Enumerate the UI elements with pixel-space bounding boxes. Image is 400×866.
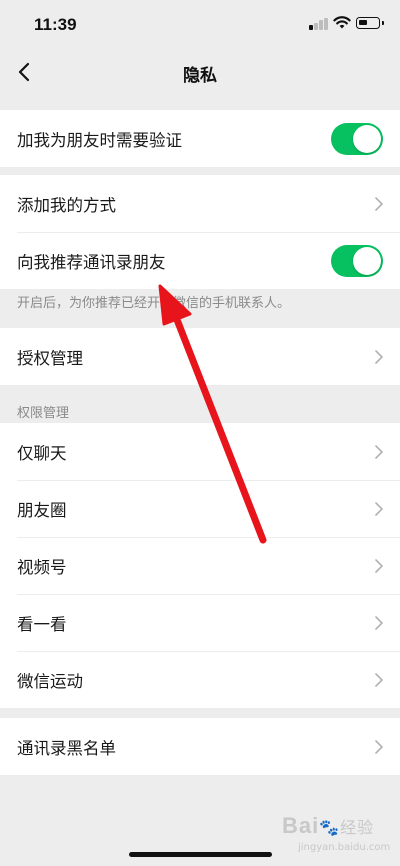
add-method-row[interactable]: 添加我的方式 <box>0 175 400 232</box>
cellular-signal-icon <box>309 16 329 30</box>
top-stories-row[interactable]: 看一看 <box>0 594 400 651</box>
chevron-right-icon <box>375 444 383 459</box>
chevron-right-icon <box>375 501 383 516</box>
status-bar: 11:39 <box>0 0 400 48</box>
chevron-right-icon <box>375 558 383 573</box>
wifi-icon <box>333 16 351 29</box>
channels-row[interactable]: 视频号 <box>0 537 400 594</box>
verify-row[interactable]: 加我为朋友时需要验证 <box>0 110 400 167</box>
home-indicator[interactable] <box>129 852 272 857</box>
add-method-label: 添加我的方式 <box>17 195 116 215</box>
werun-label: 微信运动 <box>17 671 83 691</box>
channels-label: 视频号 <box>17 557 67 577</box>
chevron-right-icon <box>375 349 383 364</box>
chevron-right-icon <box>375 672 383 687</box>
chat-only-row[interactable]: 仅聊天 <box>0 423 400 480</box>
permissions-header: 权限管理 <box>17 406 70 421</box>
chat-only-label: 仅聊天 <box>17 443 67 463</box>
recommend-label: 向我推荐通讯录朋友 <box>17 252 166 272</box>
verify-label: 加我为朋友时需要验证 <box>17 130 182 150</box>
watermark-brand: Bai <box>282 813 320 838</box>
werun-row[interactable]: 微信运动 <box>0 651 400 708</box>
recommend-toggle[interactable] <box>331 244 383 277</box>
verify-toggle[interactable] <box>331 122 383 155</box>
authorization-label: 授权管理 <box>17 348 83 368</box>
blacklist-row[interactable]: 通讯录黑名单 <box>0 718 400 775</box>
battery-icon <box>356 17 384 29</box>
watermark-logo: Bai🐾经验 <box>282 813 374 839</box>
page-title: 隐私 <box>183 66 217 86</box>
moments-label: 朋友圈 <box>17 500 67 520</box>
recommend-row[interactable]: 向我推荐通讯录朋友 <box>0 232 400 289</box>
blacklist-label: 通讯录黑名单 <box>17 738 116 758</box>
nav-bar: 隐私 <box>0 48 400 100</box>
authorization-row[interactable]: 授权管理 <box>0 328 400 385</box>
blacklist-group: 通讯录黑名单 <box>0 718 400 775</box>
chevron-right-icon <box>375 615 383 630</box>
recommend-note: 开启后，为你推荐已经开通微信的手机联系人。 <box>17 296 291 311</box>
status-time: 11:39 <box>34 15 77 34</box>
chevron-right-icon <box>375 196 383 211</box>
authorization-group: 授权管理 <box>0 328 400 385</box>
watermark-suffix: 经验 <box>340 820 375 837</box>
top-stories-label: 看一看 <box>17 614 67 634</box>
add-method-group: 添加我的方式 向我推荐通讯录朋友 <box>0 175 400 289</box>
moments-row[interactable]: 朋友圈 <box>0 480 400 537</box>
watermark-url: jingyan.baidu.com <box>298 842 391 853</box>
verify-group: 加我为朋友时需要验证 <box>0 110 400 167</box>
watermark-paw: 🐾 <box>319 820 341 837</box>
chevron-right-icon <box>375 739 383 754</box>
permissions-group: 仅聊天 朋友圈 视频号 看一看 微信运动 <box>0 423 400 708</box>
